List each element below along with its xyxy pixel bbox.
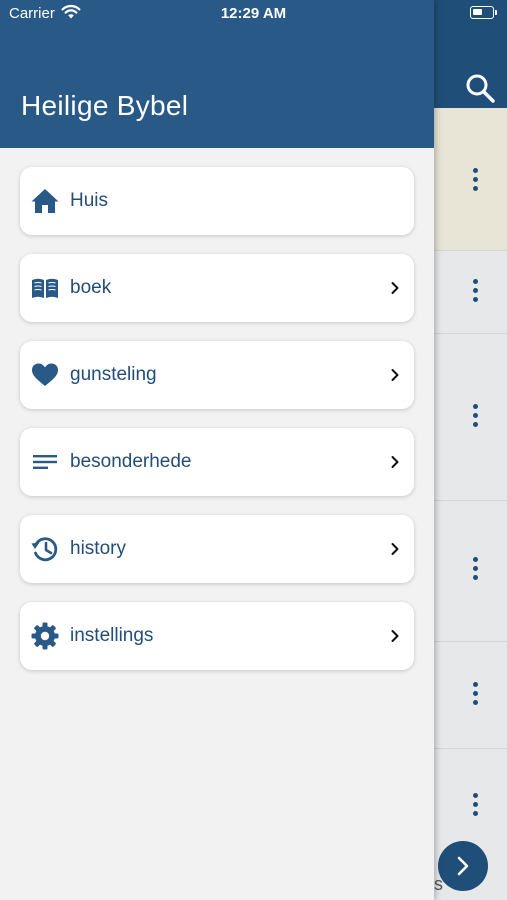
battery-level <box>473 9 482 15</box>
menu-item-instellings[interactable]: instellings <box>20 602 414 670</box>
search-icon[interactable] <box>464 72 496 104</box>
menu-item-label: gunsteling <box>70 364 157 385</box>
chevron-right-icon <box>391 369 399 381</box>
battery-icon <box>470 6 497 19</box>
more-options-icon[interactable] <box>473 682 479 709</box>
drawer-title: Heilige Bybel <box>21 90 189 121</box>
chevron-right-icon <box>391 630 399 642</box>
history-icon <box>30 534 60 564</box>
menu-item-label: history <box>70 538 126 559</box>
more-options-icon[interactable] <box>473 404 479 431</box>
heart-icon <box>30 360 60 390</box>
menu-item-history[interactable]: history <box>20 515 414 583</box>
chevron-right-icon <box>391 282 399 294</box>
status-bar: Carrier 12:29 AM <box>0 0 507 28</box>
status-time: 12:29 AM <box>220 5 287 22</box>
more-options-icon[interactable] <box>473 557 479 584</box>
gear-icon <box>30 621 60 651</box>
home-icon <box>30 186 60 216</box>
book-open-icon <box>30 273 60 303</box>
lines-icon <box>30 447 60 477</box>
chevron-right-icon <box>457 856 469 876</box>
navigation-drawer: Heilige Bybel Huis boek gunsteling beson… <box>0 0 434 900</box>
menu-item-gunsteling[interactable]: gunsteling <box>20 341 414 409</box>
menu-item-huis[interactable]: Huis <box>20 167 414 235</box>
menu-item-besonderhede[interactable]: besonderhede <box>20 428 414 496</box>
menu-item-boek[interactable]: boek <box>20 254 414 322</box>
menu-item-label: besonderhede <box>70 451 192 472</box>
chevron-right-icon <box>391 543 399 555</box>
more-options-icon[interactable] <box>473 793 479 820</box>
more-options-icon[interactable] <box>473 168 479 195</box>
menu-item-label: boek <box>70 277 112 298</box>
more-options-icon[interactable] <box>473 279 479 306</box>
next-button[interactable] <box>438 841 488 891</box>
menu-item-label: instellings <box>70 625 154 646</box>
drawer-menu: Huis boek gunsteling besonderhede histor… <box>20 167 414 689</box>
menu-item-label: Huis <box>70 190 109 211</box>
chevron-right-icon <box>391 456 399 468</box>
